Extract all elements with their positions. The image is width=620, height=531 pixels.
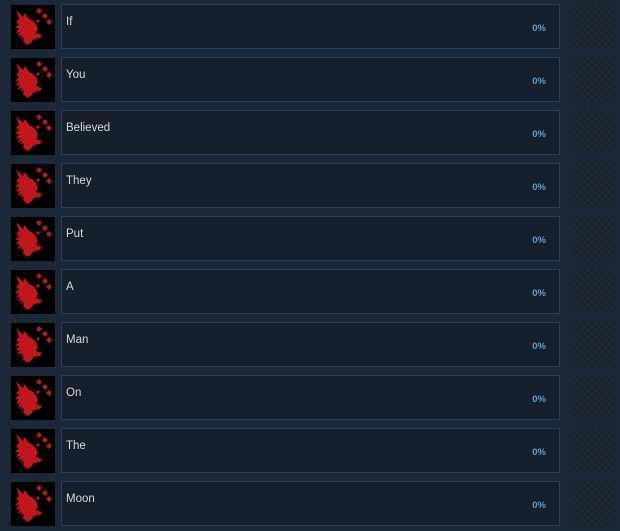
side-tile: [573, 481, 614, 525]
achievement-name: Believed: [66, 122, 111, 134]
side-tile: [573, 163, 614, 207]
side-tile: [573, 216, 614, 260]
achievement-name: They: [66, 175, 92, 187]
achievement-card: On 0%: [61, 375, 560, 420]
red-wolf-icon: [11, 429, 55, 473]
side-tile: [573, 269, 614, 313]
red-wolf-icon: [11, 376, 55, 420]
unlock-percent: 0%: [532, 235, 546, 246]
achievement-row[interactable]: Moon 0%: [0, 481, 620, 528]
red-wolf-icon: [11, 323, 55, 367]
achievement-row[interactable]: A 0%: [0, 269, 620, 316]
achievement-card: They 0%: [61, 163, 560, 208]
unlock-percent: 0%: [532, 288, 546, 299]
red-wolf-icon: [11, 5, 55, 49]
achievement-card: Put 0%: [61, 216, 560, 261]
achievement-name: A: [66, 281, 74, 293]
achievement-name: Moon: [66, 493, 95, 505]
achievement-card: The 0%: [61, 428, 560, 473]
red-wolf-icon: [11, 482, 55, 526]
achievement-row[interactable]: On 0%: [0, 375, 620, 422]
side-tile: [573, 322, 614, 366]
side-tile: [573, 428, 614, 472]
unlock-percent: 0%: [532, 394, 546, 405]
achievement-row[interactable]: If 0%: [0, 4, 620, 51]
red-wolf-icon: [11, 164, 55, 208]
achievement-row[interactable]: They 0%: [0, 163, 620, 210]
achievement-name: If: [66, 16, 73, 28]
red-wolf-icon: [11, 111, 55, 155]
achievement-name: Put: [66, 228, 84, 240]
achievement-list: If 0% You 0% Believed 0% They 0% Put 0% …: [0, 0, 620, 531]
red-wolf-icon: [11, 270, 55, 314]
achievement-card: Man 0%: [61, 322, 560, 367]
achievement-card: Believed 0%: [61, 110, 560, 155]
achievement-row[interactable]: The 0%: [0, 428, 620, 475]
achievement-name: Man: [66, 334, 89, 346]
achievement-name: On: [66, 387, 82, 399]
unlock-percent: 0%: [532, 447, 546, 458]
unlock-percent: 0%: [532, 182, 546, 193]
unlock-percent: 0%: [532, 23, 546, 34]
red-wolf-icon: [11, 58, 55, 102]
side-tile: [573, 375, 614, 419]
unlock-percent: 0%: [532, 341, 546, 352]
side-tile: [573, 110, 614, 154]
achievement-name: The: [66, 440, 86, 452]
red-wolf-icon: [11, 217, 55, 261]
unlock-percent: 0%: [532, 76, 546, 87]
achievement-row[interactable]: Put 0%: [0, 216, 620, 263]
achievement-name: You: [66, 69, 86, 81]
unlock-percent: 0%: [532, 129, 546, 140]
side-tile: [573, 57, 614, 101]
achievement-card: You 0%: [61, 57, 560, 102]
achievement-row[interactable]: You 0%: [0, 57, 620, 104]
side-tile: [573, 4, 614, 48]
achievement-card: Moon 0%: [61, 481, 560, 526]
unlock-percent: 0%: [532, 500, 546, 511]
achievement-row[interactable]: Man 0%: [0, 322, 620, 369]
achievement-card: A 0%: [61, 269, 560, 314]
achievement-row[interactable]: Believed 0%: [0, 110, 620, 157]
achievement-card: If 0%: [61, 4, 560, 49]
